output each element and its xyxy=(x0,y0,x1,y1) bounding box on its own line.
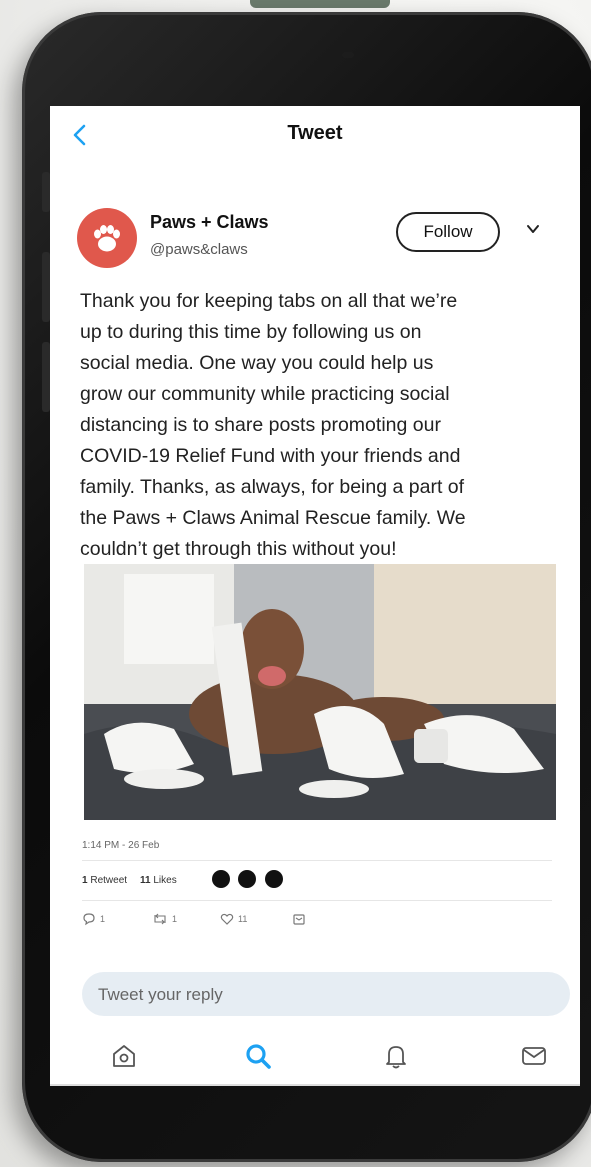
divider xyxy=(82,900,552,901)
likes-count: 11 xyxy=(140,875,151,886)
like-action-count: 11 xyxy=(238,914,248,924)
heart-icon xyxy=(220,913,234,925)
tweet-actions: 1 1 11 xyxy=(82,912,382,932)
reply-count: 1 xyxy=(100,914,106,924)
side-button xyxy=(42,342,50,412)
share-action[interactable] xyxy=(292,912,306,926)
reply-input[interactable]: Tweet your reply xyxy=(82,972,570,1016)
tweet-line: social media. One way you could help us xyxy=(80,352,434,374)
retweet-stat[interactable]: 1 Retweet xyxy=(82,875,127,886)
tweet-text: Thank you for keeping tabs on all that w… xyxy=(80,286,560,565)
divider xyxy=(82,860,552,861)
side-button xyxy=(42,172,50,212)
reply-icon xyxy=(83,913,95,926)
tweet-line: couldn’t get through this without you! xyxy=(80,538,397,560)
nav-header: Tweet xyxy=(50,106,580,166)
notifications-icon[interactable] xyxy=(380,1040,412,1072)
user-handle[interactable]: @paws&claws xyxy=(150,241,248,258)
charging-cable xyxy=(250,0,390,8)
tweet-line: distancing is to share posts promoting o… xyxy=(80,414,441,436)
tweet-timestamp: 1:14 PM - 26 Feb xyxy=(82,840,160,851)
retweet-count: 1 xyxy=(82,875,88,886)
tweet-line: Thank you for keeping tabs on all that w… xyxy=(80,290,458,312)
retweet-icon xyxy=(154,913,166,925)
liked-by-avatars[interactable] xyxy=(212,870,287,893)
chevron-down-icon[interactable] xyxy=(524,220,542,238)
retweet-action-count: 1 xyxy=(172,914,178,924)
side-button xyxy=(42,252,50,322)
like-action[interactable]: 11 xyxy=(220,912,247,926)
reply-action[interactable]: 1 xyxy=(82,912,105,926)
phone-speaker xyxy=(342,52,354,58)
messages-icon[interactable] xyxy=(518,1040,550,1072)
dog-photo-illustration xyxy=(84,564,556,820)
home-icon[interactable] xyxy=(108,1040,140,1072)
stats-row: 1 Retweet 11 Likes xyxy=(82,868,552,894)
page-title: Tweet xyxy=(287,122,343,144)
tweet-line: COVID-19 Relief Fund with your friends a… xyxy=(80,445,461,467)
tweet-line: grow our community while practicing soci… xyxy=(80,383,450,405)
tweet-line: the Paws + Claws Animal Rescue family. W… xyxy=(80,507,466,529)
tweet-line: up to during this time by following us o… xyxy=(80,321,422,343)
avatar xyxy=(212,870,230,888)
likes-label: Likes xyxy=(153,875,177,886)
retweet-label: Retweet xyxy=(90,875,128,886)
avatar[interactable] xyxy=(77,208,137,268)
tweet-line: family. Thanks, as always, for being a p… xyxy=(80,476,465,498)
share-icon xyxy=(293,914,305,925)
screen-edge xyxy=(50,1084,580,1086)
avatar xyxy=(264,870,283,888)
paw-icon xyxy=(94,225,120,252)
display-name[interactable]: Paws + Claws xyxy=(150,212,269,233)
follow-button[interactable]: Follow xyxy=(396,212,500,252)
search-icon[interactable] xyxy=(242,1040,274,1072)
bottom-tab-bar xyxy=(50,1030,580,1086)
retweet-action[interactable]: 1 xyxy=(152,912,177,926)
likes-stat[interactable]: 11 Likes xyxy=(140,875,177,886)
reply-placeholder: Tweet your reply xyxy=(98,985,223,1004)
tweet-screen: Tweet Paws + Claws @paws&claws Follow Th… xyxy=(50,106,580,1086)
tweet-photo[interactable] xyxy=(84,564,556,820)
avatar xyxy=(238,870,257,888)
